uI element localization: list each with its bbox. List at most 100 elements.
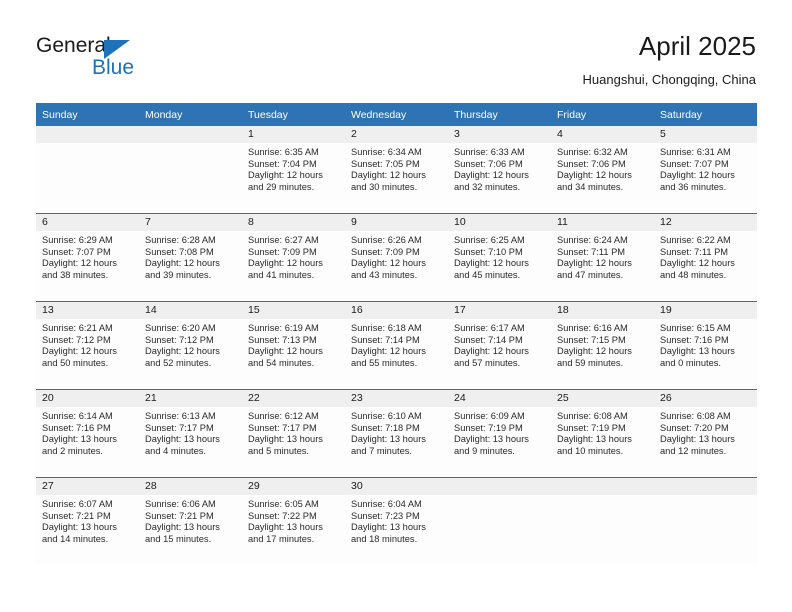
- daylight-duration-line1: Daylight: 12 hours: [557, 258, 632, 269]
- day-cell[interactable]: 4 Sunrise: 6:32 AM Sunset: 7:06 PM Daylight…: [551, 126, 654, 213]
- calendar-grid: Sunday Monday Tuesday Wednesday Thursday…: [36, 103, 757, 565]
- day-cell[interactable]: 7 Sunrise: 6:28 AM Sunset: 7:08 PM Daylight…: [139, 214, 242, 301]
- sunset-time: Sunset: 7:04 PM: [248, 158, 317, 169]
- calendar-cell: 1 Sunrise: 6:35 AM Sunset: 7:04 PM Daylight…: [242, 126, 345, 214]
- day-number: [551, 478, 654, 495]
- day-cell[interactable]: 17 Sunrise: 6:17 AM Sunset: 7:14 PM Dayligh…: [448, 302, 551, 389]
- daylight-duration-line1: Daylight: 12 hours: [557, 170, 632, 181]
- day-number: 26: [654, 390, 757, 407]
- daylight-duration-line1: Daylight: 12 hours: [454, 258, 529, 269]
- daylight-duration-line2: and 5 minutes.: [248, 445, 309, 456]
- day-cell[interactable]: 18 Sunrise: 6:16 AM Sunset: 7:15 PM Dayligh…: [551, 302, 654, 389]
- sunrise-time: Sunrise: 6:29 AM: [42, 235, 113, 245]
- calendar-cell: 7 Sunrise: 6:28 AM Sunset: 7:08 PM Daylight…: [139, 213, 242, 302]
- calendar-week-row: 27 Sunrise: 6:07 AM Sunset: 7:21 PM Dayligh…: [36, 477, 757, 565]
- day-cell[interactable]: 27 Sunrise: 6:07 AM Sunset: 7:21 PM Dayligh…: [36, 478, 139, 565]
- day-cell[interactable]: 20 Sunrise: 6:14 AM Sunset: 7:16 PM Dayligh…: [36, 390, 139, 477]
- day-details: Sunrise: 6:07 AM Sunset: 7:21 PM Daylight:…: [36, 495, 139, 545]
- day-details: Sunrise: 6:13 AM Sunset: 7:17 PM Daylight:…: [139, 407, 242, 457]
- sunset-time: Sunset: 7:16 PM: [660, 334, 729, 345]
- day-details: Sunrise: 6:28 AM Sunset: 7:08 PM Daylight:…: [139, 231, 242, 281]
- generalblue-logo[interactable]: General Blue: [36, 34, 196, 84]
- day-cell[interactable]: 6 Sunrise: 6:29 AM Sunset: 7:07 PM Daylight…: [36, 214, 139, 301]
- day-number: 12: [654, 214, 757, 231]
- day-cell[interactable]: 28 Sunrise: 6:06 AM Sunset: 7:21 PM Dayligh…: [139, 478, 242, 565]
- sunrise-time: Sunrise: 6:08 AM: [660, 411, 731, 421]
- sunrise-time: Sunrise: 6:33 AM: [454, 147, 525, 157]
- day-details: Sunrise: 6:06 AM Sunset: 7:21 PM Daylight:…: [139, 495, 242, 545]
- calendar-cell: 17 Sunrise: 6:17 AM Sunset: 7:14 PM Dayligh…: [448, 301, 551, 390]
- day-cell[interactable]: 3 Sunrise: 6:33 AM Sunset: 7:06 PM Daylight…: [448, 126, 551, 213]
- day-cell-empty: [551, 478, 654, 565]
- daylight-duration-line1: Daylight: 13 hours: [42, 522, 117, 533]
- sunset-time: Sunset: 7:21 PM: [42, 510, 111, 521]
- calendar-cell: 13 Sunrise: 6:21 AM Sunset: 7:12 PM Dayligh…: [36, 301, 139, 390]
- weekday-header-sunday: Sunday: [36, 103, 139, 126]
- daylight-duration-line2: and 10 minutes.: [557, 445, 624, 456]
- day-cell[interactable]: 25 Sunrise: 6:08 AM Sunset: 7:19 PM Dayligh…: [551, 390, 654, 477]
- daylight-duration-line1: Daylight: 12 hours: [454, 170, 529, 181]
- day-cell[interactable]: 23 Sunrise: 6:10 AM Sunset: 7:18 PM Dayligh…: [345, 390, 448, 477]
- day-cell[interactable]: 1 Sunrise: 6:35 AM Sunset: 7:04 PM Daylight…: [242, 126, 345, 213]
- daylight-duration-line1: Daylight: 13 hours: [248, 522, 323, 533]
- page-title: April 2025: [638, 31, 756, 61]
- day-cell[interactable]: 21 Sunrise: 6:13 AM Sunset: 7:17 PM Dayligh…: [139, 390, 242, 477]
- day-cell[interactable]: 11 Sunrise: 6:24 AM Sunset: 7:11 PM Dayligh…: [551, 214, 654, 301]
- day-details: Sunrise: 6:08 AM Sunset: 7:19 PM Daylight:…: [551, 407, 654, 457]
- day-cell[interactable]: 5 Sunrise: 6:31 AM Sunset: 7:07 PM Daylight…: [654, 126, 757, 213]
- day-cell[interactable]: 22 Sunrise: 6:12 AM Sunset: 7:17 PM Dayligh…: [242, 390, 345, 477]
- day-cell[interactable]: 30 Sunrise: 6:04 AM Sunset: 7:23 PM Dayligh…: [345, 478, 448, 565]
- day-cell[interactable]: 2 Sunrise: 6:34 AM Sunset: 7:05 PM Daylight…: [345, 126, 448, 213]
- day-number: [654, 478, 757, 495]
- day-number: 25: [551, 390, 654, 407]
- weekday-header-monday: Monday: [139, 103, 242, 126]
- day-details: Sunrise: 6:26 AM Sunset: 7:09 PM Daylight:…: [345, 231, 448, 281]
- sunset-time: Sunset: 7:16 PM: [42, 422, 111, 433]
- sunrise-time: Sunrise: 6:20 AM: [145, 323, 216, 333]
- calendar-cell: 10 Sunrise: 6:25 AM Sunset: 7:10 PM Dayligh…: [448, 213, 551, 302]
- day-details: Sunrise: 6:16 AM Sunset: 7:15 PM Daylight:…: [551, 319, 654, 369]
- day-number: 24: [448, 390, 551, 407]
- sunrise-time: Sunrise: 6:27 AM: [248, 235, 319, 245]
- day-cell[interactable]: 9 Sunrise: 6:26 AM Sunset: 7:09 PM Daylight…: [345, 214, 448, 301]
- calendar-cell: 11 Sunrise: 6:24 AM Sunset: 7:11 PM Dayligh…: [551, 213, 654, 302]
- daylight-duration-line1: Daylight: 12 hours: [660, 170, 735, 181]
- sunset-time: Sunset: 7:12 PM: [145, 334, 214, 345]
- daylight-duration-line2: and 50 minutes.: [42, 357, 109, 368]
- sunset-time: Sunset: 7:23 PM: [351, 510, 420, 521]
- sunset-time: Sunset: 7:22 PM: [248, 510, 317, 521]
- day-cell[interactable]: 14 Sunrise: 6:20 AM Sunset: 7:12 PM Dayligh…: [139, 302, 242, 389]
- daylight-duration-line2: and 41 minutes.: [248, 269, 315, 280]
- day-cell[interactable]: 26 Sunrise: 6:08 AM Sunset: 7:20 PM Dayligh…: [654, 390, 757, 477]
- sunrise-time: Sunrise: 6:06 AM: [145, 499, 216, 509]
- day-details: Sunrise: 6:05 AM Sunset: 7:22 PM Daylight:…: [242, 495, 345, 545]
- masthead: General Blue April 2025 Huangshui, Chong…: [0, 0, 792, 100]
- daylight-duration-line1: Daylight: 12 hours: [42, 346, 117, 357]
- day-details: Sunrise: 6:09 AM Sunset: 7:19 PM Daylight:…: [448, 407, 551, 457]
- day-cell[interactable]: 12 Sunrise: 6:22 AM Sunset: 7:11 PM Dayligh…: [654, 214, 757, 301]
- day-cell[interactable]: 19 Sunrise: 6:15 AM Sunset: 7:16 PM Dayligh…: [654, 302, 757, 389]
- sunset-time: Sunset: 7:06 PM: [557, 158, 626, 169]
- day-cell[interactable]: 13 Sunrise: 6:21 AM Sunset: 7:12 PM Dayligh…: [36, 302, 139, 389]
- day-number: [139, 126, 242, 143]
- day-cell[interactable]: 29 Sunrise: 6:05 AM Sunset: 7:22 PM Dayligh…: [242, 478, 345, 565]
- day-details: Sunrise: 6:27 AM Sunset: 7:09 PM Daylight:…: [242, 231, 345, 281]
- daylight-duration-line1: Daylight: 13 hours: [557, 434, 632, 445]
- day-number: 28: [139, 478, 242, 495]
- calendar-cell: 30 Sunrise: 6:04 AM Sunset: 7:23 PM Dayligh…: [345, 477, 448, 565]
- day-number: 13: [36, 302, 139, 319]
- day-cell[interactable]: 15 Sunrise: 6:19 AM Sunset: 7:13 PM Dayligh…: [242, 302, 345, 389]
- daylight-duration-line2: and 30 minutes.: [351, 181, 418, 192]
- sunset-time: Sunset: 7:06 PM: [454, 158, 523, 169]
- day-cell[interactable]: 16 Sunrise: 6:18 AM Sunset: 7:14 PM Dayligh…: [345, 302, 448, 389]
- weekday-header-thursday: Thursday: [448, 103, 551, 126]
- calendar-cell: 27 Sunrise: 6:07 AM Sunset: 7:21 PM Dayligh…: [36, 477, 139, 565]
- day-cell[interactable]: 10 Sunrise: 6:25 AM Sunset: 7:10 PM Dayligh…: [448, 214, 551, 301]
- calendar-cell: 23 Sunrise: 6:10 AM Sunset: 7:18 PM Dayligh…: [345, 389, 448, 478]
- daylight-duration-line1: Daylight: 12 hours: [42, 258, 117, 269]
- sunset-time: Sunset: 7:18 PM: [351, 422, 420, 433]
- day-cell[interactable]: 24 Sunrise: 6:09 AM Sunset: 7:19 PM Dayligh…: [448, 390, 551, 477]
- day-details: Sunrise: 6:24 AM Sunset: 7:11 PM Daylight:…: [551, 231, 654, 281]
- day-cell[interactable]: 8 Sunrise: 6:27 AM Sunset: 7:09 PM Daylight…: [242, 214, 345, 301]
- daylight-duration-line1: Daylight: 12 hours: [351, 170, 426, 181]
